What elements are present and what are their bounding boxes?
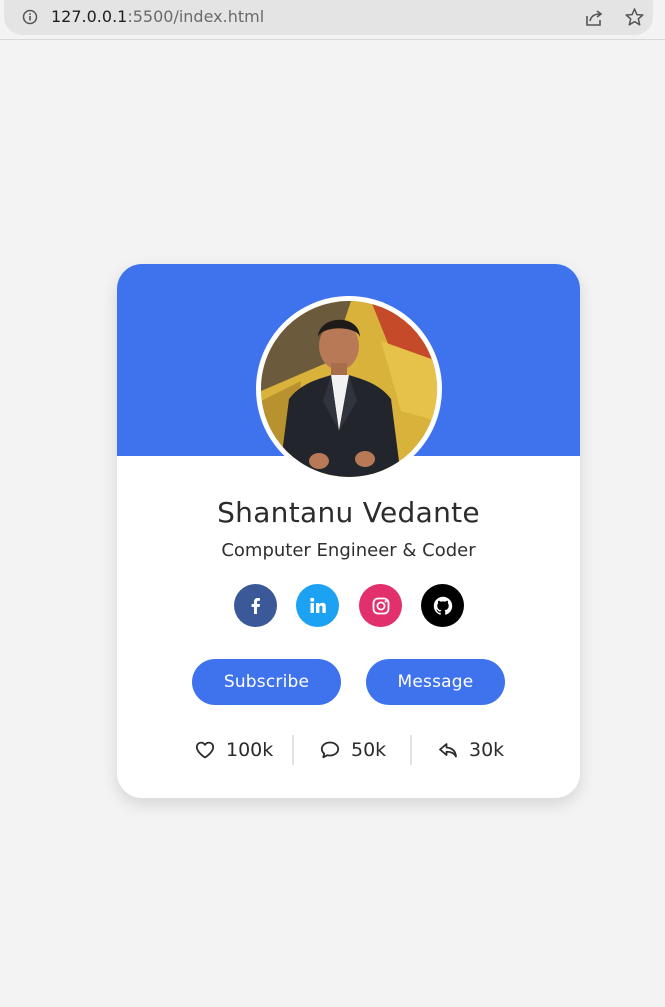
browser-toolbar: 127.0.0.1:5500/index.html: [0, 0, 665, 40]
message-button[interactable]: Message: [366, 659, 505, 705]
likes-stat[interactable]: 100k: [194, 734, 273, 766]
url-text[interactable]: 127.0.0.1:5500/index.html: [51, 6, 264, 28]
heart-icon: [195, 741, 215, 759]
profile-role: Computer Engineer & Coder: [221, 540, 476, 561]
stats-divider: [410, 735, 412, 765]
avatar: [256, 296, 442, 482]
comments-stat[interactable]: 50k: [319, 734, 386, 766]
comments-count: 50k: [351, 739, 387, 761]
stats-divider: [292, 735, 294, 765]
facebook-icon: [251, 597, 260, 614]
address-bar[interactable]: 127.0.0.1:5500/index.html: [4, 0, 653, 35]
bookmark-star-icon[interactable]: [624, 7, 645, 28]
share-icon[interactable]: [583, 7, 605, 29]
linkedin-button[interactable]: [296, 584, 339, 627]
profile-photo-image: [261, 301, 437, 477]
subscribe-button[interactable]: Subscribe: [192, 659, 341, 705]
github-icon: [433, 596, 452, 615]
profile-name: Shantanu Vedante: [217, 496, 480, 529]
shares-count: 30k: [469, 739, 505, 761]
likes-count: 100k: [226, 739, 274, 761]
url-path: :5500/index.html: [127, 7, 265, 26]
facebook-button[interactable]: [234, 584, 277, 627]
profile-card: Shantanu Vedante Computer Engineer & Cod…: [117, 264, 580, 798]
url-host: 127.0.0.1: [51, 7, 128, 26]
info-icon[interactable]: [22, 9, 38, 25]
instagram-button[interactable]: [359, 584, 402, 627]
linkedin-icon: [309, 597, 326, 613]
reply-icon: [439, 743, 457, 758]
shares-stat[interactable]: 30k: [437, 734, 504, 766]
github-button[interactable]: [421, 584, 464, 627]
profile-photo: [261, 301, 437, 477]
instagram-icon: [372, 597, 389, 614]
comment-icon: [320, 741, 340, 759]
